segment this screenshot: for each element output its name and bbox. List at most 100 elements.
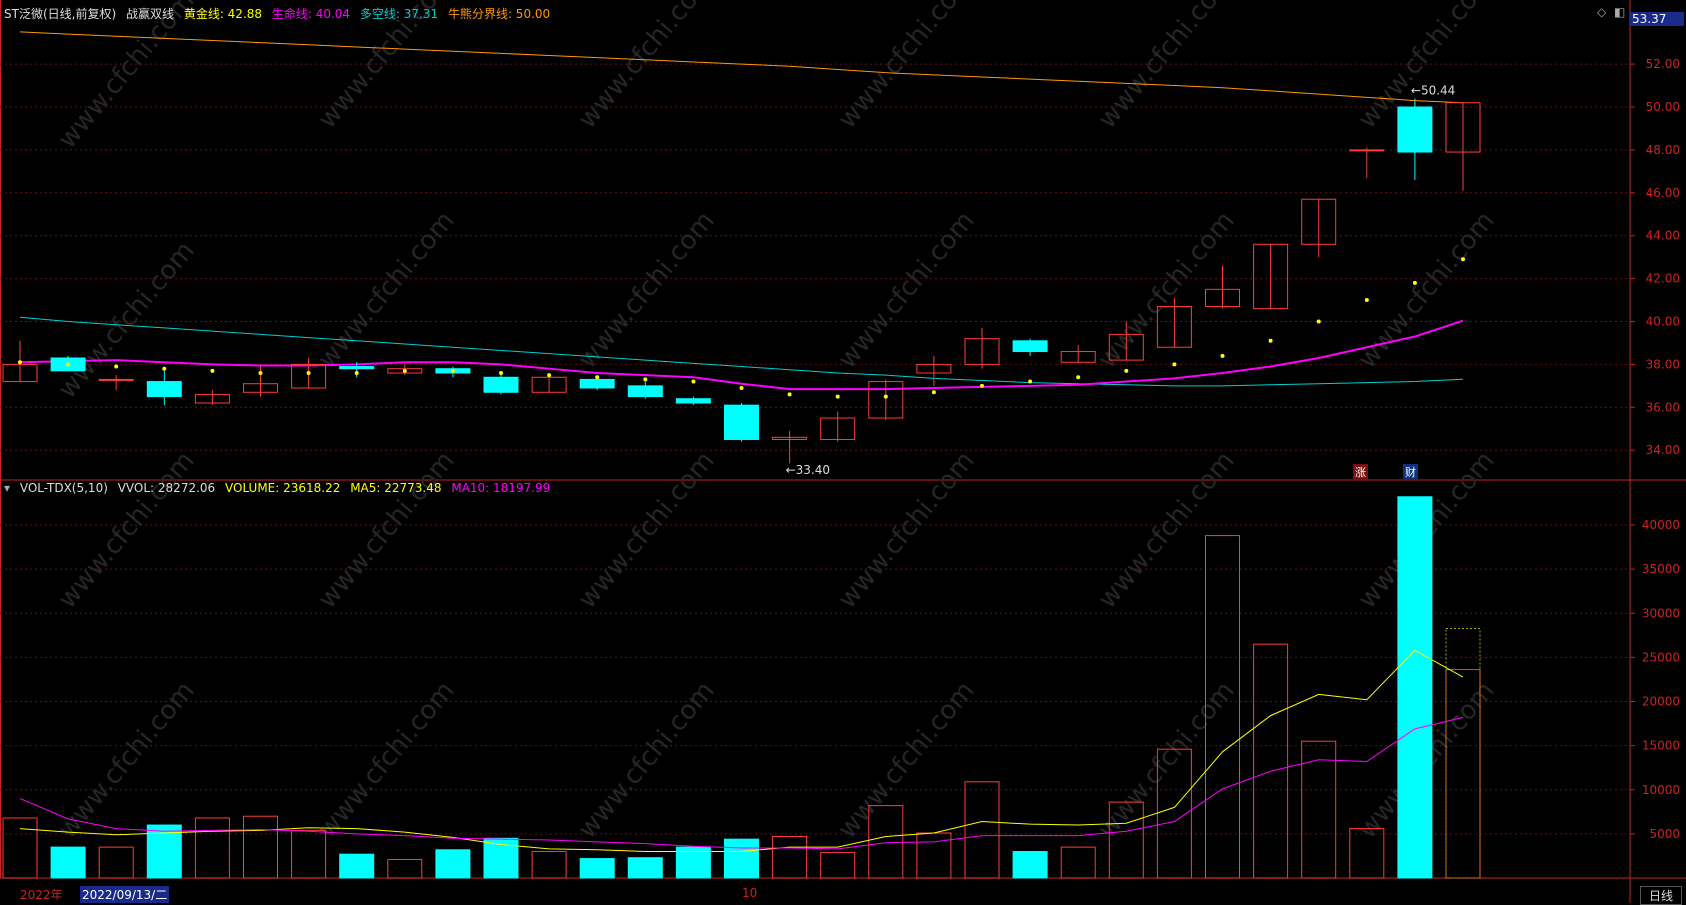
gold-line-dot (691, 379, 696, 384)
year-label: 2022年 (20, 888, 63, 902)
gold-line-dot (1268, 338, 1273, 343)
volume-tick-label: 20000 (1642, 695, 1680, 709)
watermark-text: www.cfchi.com (1092, 0, 1240, 134)
price-tick-label: 50.00 (1646, 100, 1680, 114)
gold-line-dot (1172, 362, 1177, 367)
window-toggle-icon[interactable]: ◧ (1612, 5, 1627, 19)
ma10-label: MA10: 18197.99 (451, 481, 551, 495)
gold-line-dot (1220, 353, 1225, 358)
gold-line-dot (402, 368, 407, 373)
watermark-text: www.cfchi.com (1352, 206, 1500, 375)
watermark-text: www.cfchi.com (52, 446, 200, 615)
candle-body (483, 376, 519, 393)
volume-tick-label: 30000 (1642, 606, 1680, 620)
stock-chart[interactable]: 34.00 36.00 38.00 40.00 42.00 44.00 46.00 48.00… (0, 0, 1686, 903)
gold-line-dot (883, 394, 888, 399)
gold-line-dot (643, 377, 648, 382)
volume-bar (531, 851, 567, 879)
volume-bar (1060, 846, 1096, 879)
gold-line-dot (1412, 280, 1417, 285)
volume-bar (1253, 643, 1289, 879)
candle-body (675, 398, 711, 404)
gold-line-dot (499, 370, 503, 375)
volume-bar (964, 781, 1000, 879)
boundary-line-series (19, 31, 1464, 104)
watermark-text: www.cfchi.com (1092, 446, 1240, 615)
watermark-text: www.cfchi.com (572, 446, 720, 615)
diamond-icon[interactable]: ◇ (1595, 5, 1608, 19)
gold-line-dot (306, 370, 311, 375)
volume-bar (1301, 740, 1337, 879)
candle-body (579, 378, 615, 389)
volume-indicator-name[interactable]: VOL-TDX(5,10) (20, 481, 108, 495)
watermark-text: www.cfchi.com (1092, 206, 1240, 375)
volume-bar (435, 849, 471, 879)
current-price-tag: 53.37 (1630, 12, 1684, 26)
gold-line-dot (1124, 368, 1129, 373)
boundary-line-label: 牛熊分界线: 50.00 (447, 7, 551, 21)
candle-body (98, 378, 134, 381)
candle-body (724, 404, 759, 440)
bullbear-line-label: 多空线: 37.31 (359, 7, 439, 21)
ma5-label: MA5: 22773.48 (350, 481, 442, 495)
gold-line-dot (258, 370, 263, 375)
price-tick-label: 46.00 (1646, 186, 1680, 200)
volume-bar (98, 846, 134, 879)
gold-line-dot (739, 385, 744, 390)
volume-tick-label: 5000 (1649, 827, 1680, 841)
limit-up-marker[interactable]: 涨 (1353, 464, 1368, 480)
candle-body (1349, 149, 1385, 152)
gold-line-dot (1316, 319, 1321, 324)
volume-tick-label: 15000 (1642, 739, 1680, 753)
gold-line-dot (162, 366, 167, 371)
volume-bar (243, 815, 278, 879)
watermark-text: www.cfchi.com (312, 446, 460, 615)
ma10-series (19, 716, 1464, 850)
candle-body (627, 385, 663, 398)
volume-bar (1012, 851, 1048, 879)
price-tick-label: 52.00 (1646, 57, 1680, 71)
price-tick-label: 42.00 (1646, 272, 1680, 286)
high-price-annotation: ←50.44 (1411, 83, 1455, 97)
collapse-icon[interactable]: ▾ (4, 481, 10, 495)
volume-label: VOLUME: 23618.22 (225, 481, 341, 495)
volume-bar (724, 838, 759, 879)
gold-line-dot (547, 373, 552, 378)
bullbear-line-series (19, 316, 1464, 387)
volume-bar (627, 857, 663, 879)
volume-bar (387, 858, 423, 879)
gold-line-dot (1076, 375, 1081, 380)
volume-bar (50, 846, 86, 879)
watermark-text: www.cfchi.com (52, 0, 200, 154)
stock-title[interactable]: ST泛微(日线,前复权) (4, 7, 116, 21)
volume-tick-label: 40000 (1642, 518, 1680, 532)
watermark-text: www.cfchi.com (832, 446, 980, 615)
period-button[interactable]: 日线 (1640, 886, 1683, 905)
volume-bar (579, 858, 615, 879)
ma5-series (19, 649, 1464, 853)
price-tick-label: 44.00 (1646, 229, 1680, 243)
price-tick-label: 48.00 (1646, 143, 1680, 157)
watermark-text: www.cfchi.com (312, 206, 460, 375)
volume-bar (820, 851, 856, 879)
gold-line-dot (1461, 257, 1465, 262)
low-price-annotation: ←33.40 (786, 463, 830, 477)
gold-line-dot (931, 390, 936, 395)
price-tick-label: 36.00 (1646, 400, 1680, 414)
indicator-name[interactable]: 战赢双线 (126, 7, 174, 21)
volume-panel-header: ▾ VOL-TDX(5,10) VVOL: 28272.06 VOLUME: 2… (4, 481, 556, 495)
gold-line-dot (114, 364, 119, 369)
price-panel-header: ST泛微(日线,前复权) 战赢双线 黄金线: 42.88 生命线: 40.04 … (4, 5, 556, 22)
candle-body (1397, 106, 1433, 153)
volume-tick-label: 10000 (1642, 783, 1680, 797)
gold-line-dot (787, 392, 792, 397)
volume-bar (291, 829, 327, 879)
life-line-series (19, 319, 1464, 391)
volume-tick-label: 35000 (1642, 562, 1680, 576)
watermark-text: www.cfchi.com (572, 0, 720, 134)
volume-bar (916, 832, 952, 879)
watermark-text: www.cfchi.com (572, 206, 720, 375)
finance-marker[interactable]: 财 (1403, 464, 1418, 480)
life-line-label: 生命线: 40.04 (271, 7, 351, 21)
volume-bar (2, 817, 38, 879)
